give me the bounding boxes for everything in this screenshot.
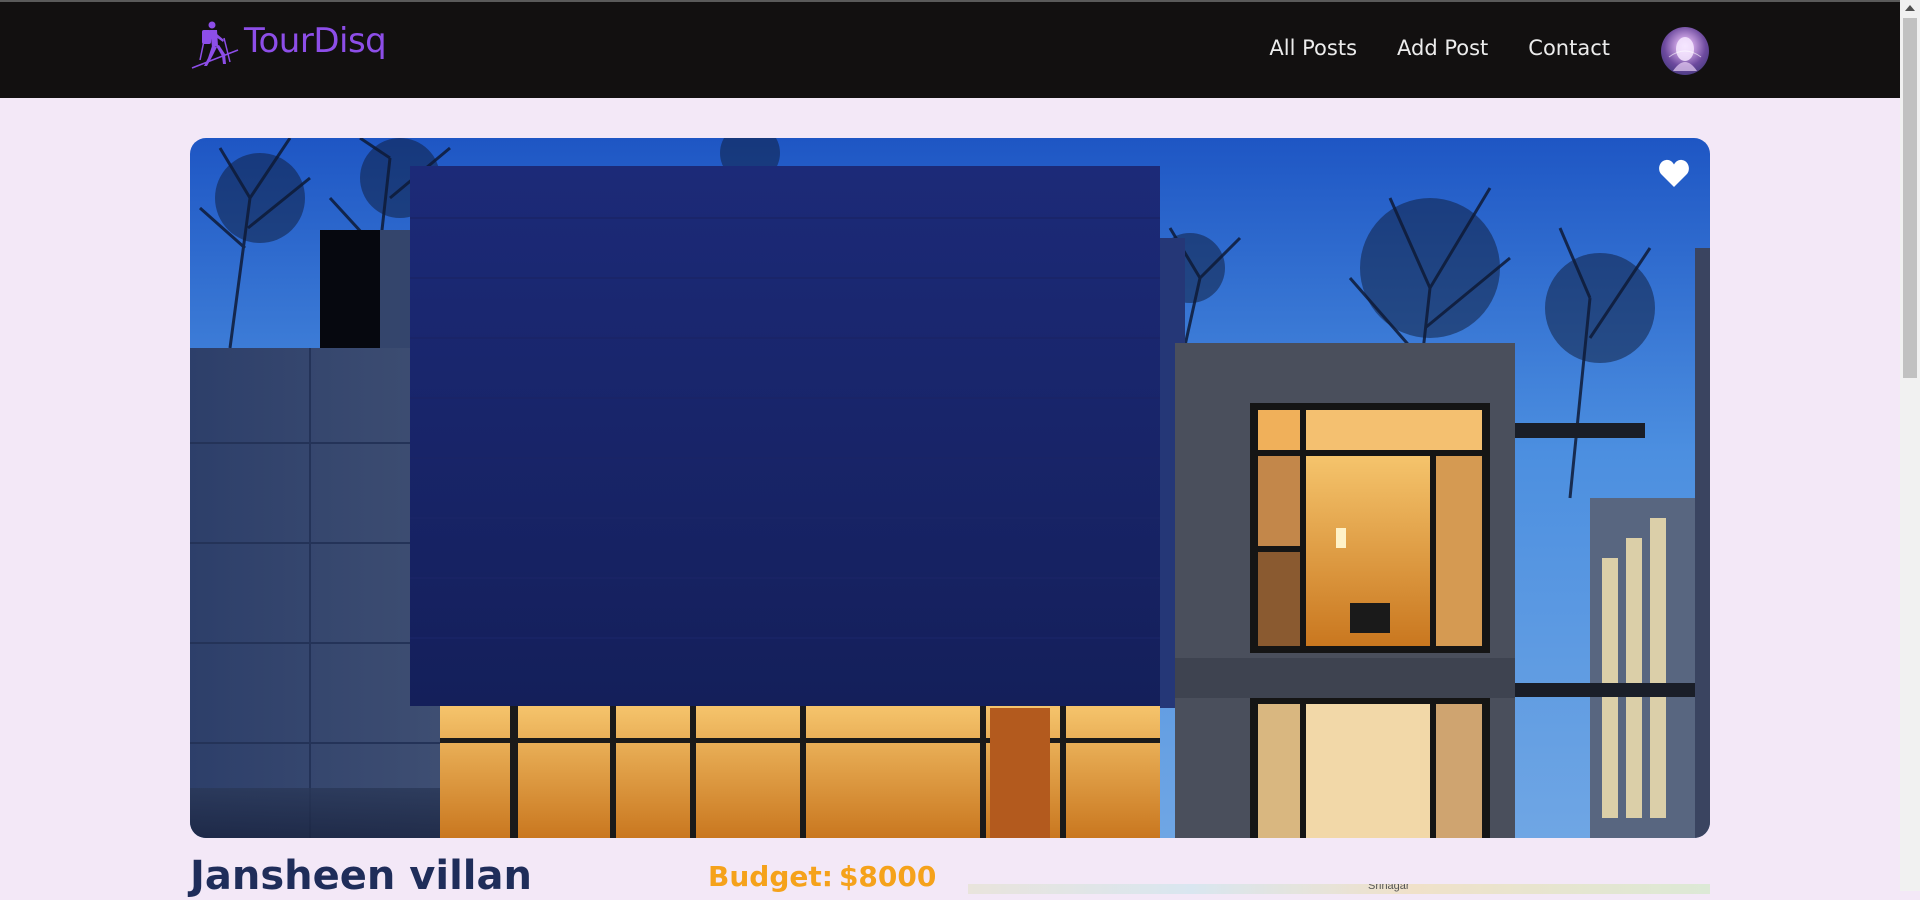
location-map[interactable]: Srinagar [968,884,1710,894]
villa-photo [190,138,1710,838]
navbar: TourDisq All Posts Add Post Contact [0,2,1900,98]
heart-icon[interactable] [1658,158,1690,188]
brand-name: TourDisq [244,21,387,61]
user-avatar[interactable] [1661,27,1709,75]
avatar-image [1668,37,1702,71]
hiker-icon [191,21,239,69]
nav-link-contact[interactable]: Contact [1528,36,1610,60]
budget-label: Budget: [708,860,833,893]
post-title: Jansheen villan [190,853,532,899]
scroll-up-arrow-icon[interactable] [1905,5,1915,11]
post-budget: Budget: $8000 [708,860,936,893]
scrollbar-thumb[interactable] [1903,18,1917,378]
page-scrollbar[interactable] [1900,0,1920,891]
nav-link-add-post[interactable]: Add Post [1397,36,1488,60]
post-hero-image [190,138,1710,838]
nav-links: All Posts Add Post Contact [1229,36,1610,60]
budget-value: $8000 [838,860,937,893]
nav-link-all-posts[interactable]: All Posts [1269,36,1357,60]
brand-link[interactable]: TourDisq [190,20,387,70]
